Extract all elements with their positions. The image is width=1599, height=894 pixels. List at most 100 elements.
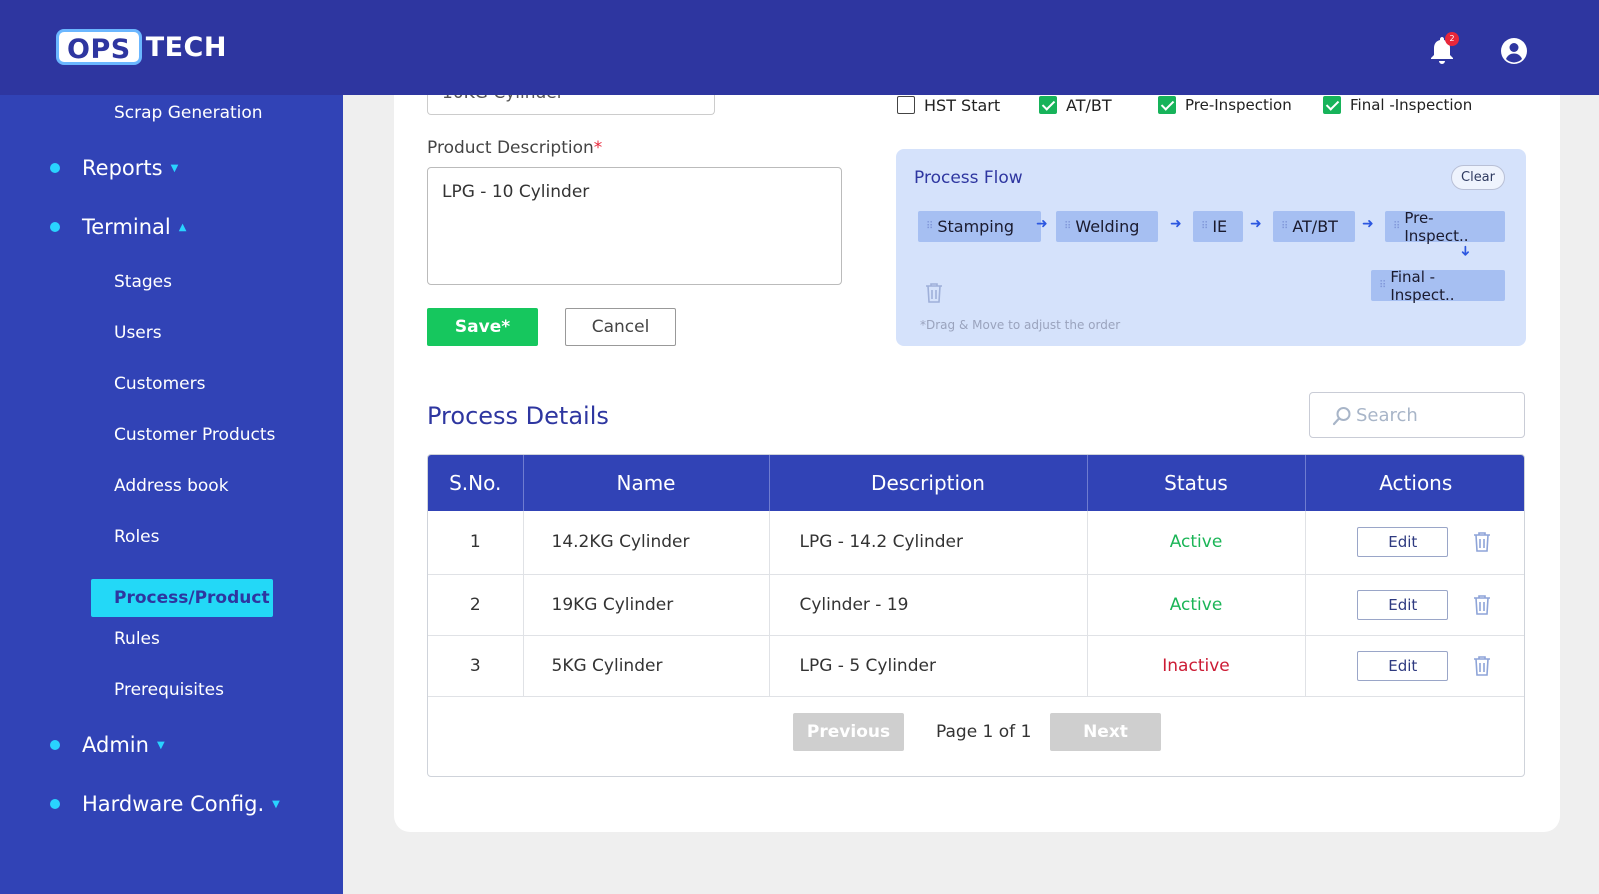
cell-name: 14.2KG Cylinder	[523, 511, 770, 575]
flow-step-chip[interactable]: ⠿ Final -Inspect..	[1371, 267, 1505, 304]
top-bar: OPS TECH 2	[0, 0, 1599, 95]
drag-handle-icon[interactable]: ⠿	[1379, 280, 1386, 291]
drag-handle-icon[interactable]: ⠿	[1064, 221, 1071, 232]
checkbox-label: Pre-Inspection	[1185, 96, 1292, 114]
cell-actions: Edit	[1305, 511, 1524, 575]
table-row: 3 5KG Cylinder LPG - 5 Cylinder Inactive…	[428, 635, 1524, 697]
sidebar-item-customer-products[interactable]: Customer Products	[114, 425, 275, 445]
column-header-sno[interactable]: S.No.	[428, 455, 524, 511]
column-header-status[interactable]: Status	[1087, 455, 1306, 511]
flow-step-chip[interactable]: ⠿ IE	[1193, 211, 1243, 242]
cancel-button[interactable]: Cancel	[565, 308, 676, 346]
delete-icon[interactable]	[1472, 655, 1492, 677]
flow-step-chip[interactable]: ⠿ Welding	[1056, 211, 1158, 242]
sidebar-item-prerequisites[interactable]: Prerequisites	[114, 680, 224, 700]
flow-step-label: Pre-Inspect..	[1404, 208, 1469, 245]
sidebar-group-terminal[interactable]: Terminal ▲	[50, 215, 186, 239]
delete-icon[interactable]	[1472, 531, 1492, 553]
flow-step-label: Final -Inspect..	[1390, 267, 1455, 304]
process-flow-title: Process Flow	[914, 168, 1023, 188]
checkbox-label: Final -Inspection	[1350, 96, 1473, 114]
flow-step-label: Stamping	[937, 217, 1015, 236]
process-details-title: Process Details	[427, 402, 609, 430]
product-description-label: Product Description*	[427, 138, 603, 158]
notification-bell-icon[interactable]: 2	[1429, 32, 1459, 67]
flow-step-chip[interactable]: ⠿ AT/BT	[1273, 211, 1355, 242]
column-header-description[interactable]: Description	[769, 455, 1088, 511]
search-box[interactable]	[1309, 392, 1525, 438]
drag-handle-icon[interactable]: ⠿	[1393, 221, 1400, 232]
arrow-right-icon: ➜	[1170, 216, 1182, 232]
checkbox-box-checked[interactable]	[1158, 96, 1176, 114]
flow-step-chip[interactable]: ⠿ Pre-Inspect..	[1385, 208, 1505, 245]
column-header-name[interactable]: Name	[523, 455, 770, 511]
checkbox-label: HST Start	[924, 95, 1001, 115]
edit-button[interactable]: Edit	[1357, 589, 1449, 620]
chevron-down-icon: ▼	[170, 162, 179, 174]
chevron-down-icon: ▼	[272, 798, 280, 810]
brand-logo[interactable]: OPS TECH	[56, 28, 227, 66]
process-flow-panel: Process Flow Clear ⠿ Stamping ➜ ⠿ Welding …	[896, 149, 1526, 346]
checkbox-hst-start[interactable]: HST Start	[897, 95, 1000, 115]
checkbox-label: AT/BT	[1066, 95, 1112, 115]
flow-step-chip[interactable]: ⠿ Stamping	[918, 211, 1041, 242]
chevron-up-icon: ▲	[178, 221, 187, 233]
drag-handle-icon[interactable]: ⠿	[926, 221, 933, 232]
sidebar-group-reports[interactable]: Reports ▼	[50, 156, 178, 180]
arrow-down-icon: ➜	[1456, 245, 1473, 257]
product-name-field[interactable]: 10KG Cylinder	[427, 95, 715, 115]
logo-tech: TECH	[145, 31, 227, 63]
flow-step-label: AT/BT	[1292, 217, 1338, 236]
sidebar-item-users[interactable]: Users	[114, 323, 162, 343]
edit-button[interactable]: Edit	[1357, 650, 1449, 681]
sidebar-group-admin[interactable]: Admin ▼	[50, 733, 165, 757]
sidebar-item-scrap-generation[interactable]: Scrap Generation	[114, 103, 263, 123]
sidebar-item-roles[interactable]: Roles	[114, 527, 160, 547]
sidebar-item-label: Process/Product	[114, 588, 270, 608]
drag-handle-icon[interactable]: ⠿	[1281, 221, 1288, 232]
trash-drop-icon[interactable]	[924, 282, 944, 308]
product-name-value: 10KG Cylinder	[442, 95, 564, 103]
sidebar-group-hardware-config[interactable]: Hardware Config. ▼	[50, 792, 280, 816]
sidebar-item-process-product[interactable]: Process/Product	[91, 579, 273, 617]
sidebar-item-address-book[interactable]: Address book	[114, 476, 229, 496]
bullet-icon	[50, 799, 60, 809]
edit-button[interactable]: Edit	[1357, 527, 1449, 558]
checkbox-box-checked[interactable]	[1039, 96, 1057, 114]
process-details-table: S.No. Name Description Status Actions 1 …	[427, 454, 1525, 777]
flow-step-label: IE	[1212, 217, 1228, 236]
sidebar-item-stages[interactable]: Stages	[114, 272, 172, 292]
chevron-down-icon: ▼	[156, 739, 165, 751]
sidebar-item-rules[interactable]: Rules	[114, 629, 160, 649]
sidebar-group-label: Hardware Config.	[82, 792, 265, 816]
cell-name: 19KG Cylinder	[523, 574, 770, 636]
save-button[interactable]: Save*	[427, 308, 538, 346]
cell-sno: 2	[428, 574, 524, 636]
cell-sno: 1	[428, 511, 524, 575]
bullet-icon	[50, 163, 60, 173]
next-page-button[interactable]: Next	[1050, 713, 1161, 751]
checkbox-box-checked[interactable]	[1323, 96, 1341, 114]
sidebar-group-label: Terminal	[82, 215, 171, 239]
sidebar: Scrap Generation Reports ▼ Terminal ▲ St…	[0, 95, 343, 894]
column-header-actions: Actions	[1305, 455, 1524, 511]
checkbox-pre-inspection[interactable]: Pre-Inspection	[1158, 95, 1292, 115]
bullet-icon	[50, 740, 60, 750]
previous-page-button[interactable]: Previous	[793, 713, 904, 751]
checkbox-at-bt[interactable]: AT/BT	[1039, 95, 1112, 115]
checkbox-final-inspection[interactable]: Final -Inspection	[1323, 95, 1472, 115]
sidebar-item-customers[interactable]: Customers	[114, 374, 205, 394]
delete-icon[interactable]	[1472, 594, 1492, 616]
pagination: Previous Page 1 of 1 Next	[428, 713, 1524, 753]
drag-handle-icon[interactable]: ⠿	[1201, 221, 1208, 232]
checkbox-box[interactable]	[897, 96, 915, 114]
product-description-textarea[interactable]: LPG - 10 Cylinder	[427, 167, 842, 285]
user-account-icon[interactable]	[1499, 36, 1529, 66]
table-row: 1 14.2KG Cylinder LPG - 14.2 Cylinder Ac…	[428, 511, 1524, 575]
search-input[interactable]	[1356, 401, 1516, 429]
cell-status: Active	[1087, 574, 1306, 636]
notification-badge: 2	[1445, 32, 1459, 46]
cell-status: Active	[1087, 511, 1306, 575]
cell-description: LPG - 5 Cylinder	[769, 635, 1088, 697]
clear-flow-button[interactable]: Clear	[1451, 165, 1505, 190]
